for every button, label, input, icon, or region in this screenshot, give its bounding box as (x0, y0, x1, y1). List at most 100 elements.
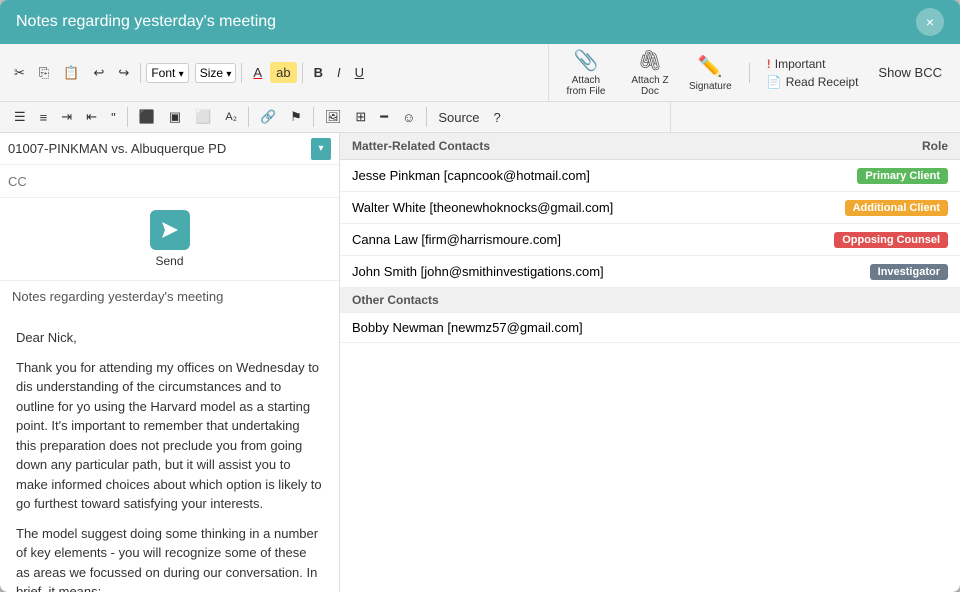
signature-icon: ✏️ (698, 54, 723, 79)
subject-area: Notes regarding yesterday's meeting (0, 280, 339, 312)
sep-1 (140, 63, 141, 83)
title-bar: Notes regarding yesterday's meeting × (0, 0, 960, 44)
role-badge: Additional Client (845, 200, 948, 216)
highlight-button[interactable]: ab (270, 62, 296, 83)
toolbar-row-2: ☰ ≡ ⇥ ⇤ " ⬛ ▣ ⬜ A₂ 🔗 ⚑ 🖼 ⊞ ━ ☺ Source (0, 102, 960, 133)
paperclip2-icon: 🖇 (637, 48, 662, 73)
contact-role: Additional Client (800, 192, 960, 224)
role-badge: Investigator (870, 264, 948, 280)
blockquote-button[interactable]: " (105, 107, 122, 128)
font-label: Font (151, 66, 175, 80)
toolbar-left-1: ✂ ⎘ 📋 ↩ ↪ Font ▾ Size ▾ A ab (0, 44, 548, 101)
email-body[interactable]: Dear Nick, Thank you for attending my of… (0, 312, 339, 592)
image-button[interactable]: 🖼 (319, 106, 348, 128)
contact-role: Primary Client (800, 160, 960, 192)
cut-button[interactable]: ✂ (8, 62, 31, 84)
contact-name: Jesse Pinkman [capncook@hotmail.com] (340, 160, 800, 192)
contact-role: Investigator (800, 256, 960, 288)
underline-button[interactable]: U (349, 62, 370, 83)
undo-button[interactable]: ↩ (88, 62, 111, 84)
toolbar-row-1: ✂ ⎘ 📋 ↩ ↪ Font ▾ Size ▾ A ab (0, 44, 960, 102)
table-row: Jesse Pinkman [capncook@hotmail.com] Pri… (340, 160, 960, 192)
emoji-button[interactable]: ☺ (396, 107, 421, 128)
align-center-button[interactable]: ▣ (163, 106, 187, 128)
font-color-button[interactable]: A (247, 62, 268, 83)
matter-related-contacts: Jesse Pinkman [capncook@hotmail.com] Pri… (340, 160, 960, 343)
source-button[interactable]: Source (432, 107, 485, 128)
receipt-icon: 📄 (767, 75, 782, 89)
right-panel: Matter-Related Contacts Role Jesse Pinkm… (340, 133, 960, 592)
attach-from-file-button[interactable]: 📎 Attach from File (561, 48, 611, 97)
italic-button[interactable]: I (331, 62, 347, 83)
sep-3 (302, 63, 303, 83)
toolbars-area: ✂ ⎘ 📋 ↩ ↪ Font ▾ Size ▾ A ab (0, 44, 960, 133)
role-badge: Opposing Counsel (834, 232, 948, 248)
flag-button[interactable]: ⚑ (284, 106, 308, 128)
align-right-button[interactable]: ⬜ (189, 106, 217, 128)
read-receipt-button[interactable]: 📄 Read Receipt (767, 75, 859, 89)
important-button[interactable]: ! Important (767, 57, 859, 71)
attach-z-doc-button[interactable]: 🖇 Attach Z Doc (625, 48, 675, 97)
size-label: Size (200, 66, 223, 80)
subject-text: Notes regarding yesterday's meeting (12, 289, 223, 304)
cc-input[interactable] (8, 174, 331, 189)
to-row: 01007-PINKMAN vs. Albuquerque PD ▾ (0, 133, 339, 165)
sep-t2-4 (426, 107, 427, 127)
greeting: Dear Nick, (16, 328, 323, 348)
attach-file-label: Attach from File (561, 75, 611, 97)
font-select[interactable]: Font ▾ (146, 63, 188, 83)
left-panel: 01007-PINKMAN vs. Albuquerque PD ▾ (0, 133, 340, 592)
contact-name: Walter White [theonewhoknocks@gmail.com] (340, 192, 800, 224)
send-area: Send (0, 198, 339, 280)
subscript-button[interactable]: A₂ (219, 108, 243, 126)
other-contacts-header: Other Contacts (340, 288, 960, 313)
important-label: Important (775, 57, 826, 71)
toolbar-right-1: 📎 Attach from File 🖇 Attach Z Doc ✏️ Sig… (548, 44, 960, 101)
ordered-list-button[interactable]: ≡ (34, 107, 54, 128)
send-button[interactable]: Send (150, 210, 190, 268)
font-arrow-icon: ▾ (179, 69, 184, 80)
sep-t2-2 (248, 107, 249, 127)
cc-row (0, 165, 339, 197)
align-left-button[interactable]: ⬛ (133, 106, 161, 128)
contact-role (800, 313, 960, 343)
size-select[interactable]: Size ▾ (195, 63, 237, 83)
sep-2 (241, 63, 242, 83)
indent-button[interactable]: ⇥ (55, 106, 78, 128)
role-col-header: Role (800, 133, 960, 160)
table-row: Canna Law [firm@harrismoure.com] Opposin… (340, 224, 960, 256)
hr-button[interactable]: ━ (374, 106, 394, 128)
unordered-list-button[interactable]: ☰ (8, 106, 32, 128)
outdent-button[interactable]: ⇤ (80, 106, 103, 128)
table-row: John Smith [john@smithinvestigations.com… (340, 256, 960, 288)
paste-button[interactable]: 📋 (57, 62, 85, 84)
paragraph1: Thank you for attending my offices on We… (16, 358, 323, 514)
paragraph2: The model suggest doing some thinking in… (16, 524, 323, 592)
bold-button[interactable]: B (308, 62, 329, 83)
table-button[interactable]: ⊞ (349, 106, 372, 128)
contact-name: John Smith [john@smithinvestigations.com… (340, 256, 800, 288)
case-value: 01007-PINKMAN vs. Albuquerque PD (8, 141, 311, 156)
link-button[interactable]: 🔗 (254, 106, 282, 128)
help-button[interactable]: ? (488, 107, 507, 128)
redo-button[interactable]: ↪ (112, 62, 135, 84)
contact-role: Opposing Counsel (800, 224, 960, 256)
window-title: Notes regarding yesterday's meeting (16, 13, 276, 31)
sep-right-1 (749, 63, 750, 83)
role-badge: Primary Client (857, 168, 948, 184)
copy-button[interactable]: ⎘ (33, 62, 55, 84)
table-row: Bobby Newman [newmz57@gmail.com] (340, 313, 960, 343)
exclamation-icon: ! (767, 57, 771, 71)
case-selector[interactable]: 01007-PINKMAN vs. Albuquerque PD ▾ (8, 138, 331, 160)
contact-col-header: Matter-Related Contacts (340, 133, 800, 160)
email-window: Notes regarding yesterday's meeting × ✂ … (0, 0, 960, 592)
paperclip-icon: 📎 (573, 48, 598, 73)
show-bcc-button[interactable]: Show BCC (872, 62, 948, 83)
case-dropdown-icon[interactable]: ▾ (311, 138, 331, 160)
close-button[interactable]: × (916, 8, 944, 36)
sep-t2-3 (313, 107, 314, 127)
header-fields: 01007-PINKMAN vs. Albuquerque PD ▾ (0, 133, 339, 198)
contact-name: Canna Law [firm@harrismoure.com] (340, 224, 800, 256)
signature-button[interactable]: ✏️ Signature (689, 54, 732, 92)
table-row: Walter White [theonewhoknocks@gmail.com]… (340, 192, 960, 224)
